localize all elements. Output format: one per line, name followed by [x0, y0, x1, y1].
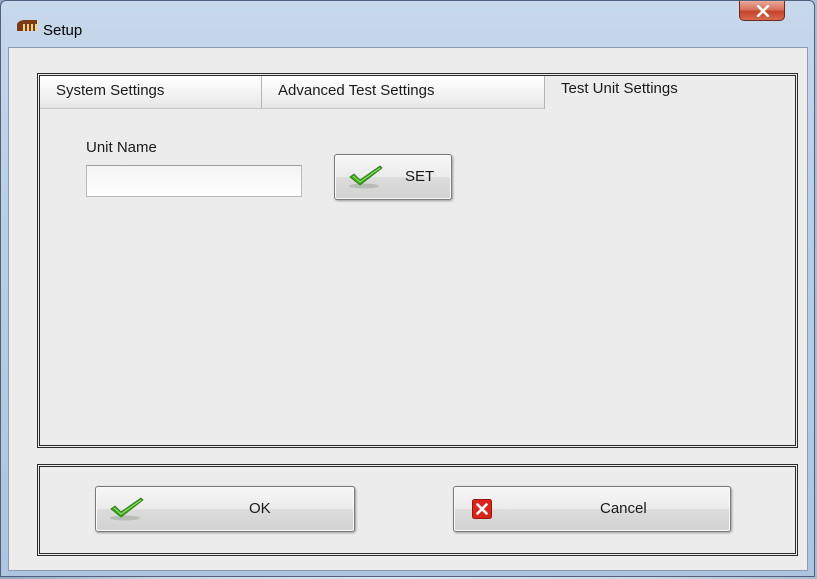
window-title: Setup — [43, 22, 83, 39]
tab-system-settings[interactable]: System Settings — [40, 76, 262, 109]
tab-advanced-test-settings[interactable]: Advanced Test Settings — [262, 76, 545, 109]
cancel-button[interactable]: Cancel — [453, 486, 731, 532]
cancel-button-label: Cancel — [600, 500, 647, 517]
setup-window: Setup System Settings Advanced Test Sett… — [0, 0, 815, 577]
close-icon — [756, 5, 770, 17]
checkmark-icon — [347, 165, 385, 193]
title-bar[interactable]: Setup — [1, 1, 814, 47]
set-button-label: SET — [405, 168, 435, 185]
dialog-button-panel: OK Cancel — [37, 464, 798, 556]
ok-button[interactable]: OK — [95, 486, 355, 532]
unit-name-input[interactable] — [86, 165, 302, 197]
ok-button-label: OK — [249, 500, 271, 517]
unit-name-label: Unit Name — [86, 139, 157, 156]
checkmark-icon — [108, 497, 146, 525]
client-area: System Settings Advanced Test Settings T… — [8, 47, 808, 571]
tab-strip: System Settings Advanced Test Settings T… — [40, 76, 795, 109]
settings-tab-panel: System Settings Advanced Test Settings T… — [37, 73, 798, 448]
piano-icon — [15, 18, 39, 32]
red-x-icon — [472, 499, 492, 523]
tab-test-unit-settings[interactable]: Test Unit Settings — [545, 76, 795, 109]
set-button[interactable]: SET — [334, 154, 452, 200]
close-button[interactable] — [739, 1, 785, 21]
